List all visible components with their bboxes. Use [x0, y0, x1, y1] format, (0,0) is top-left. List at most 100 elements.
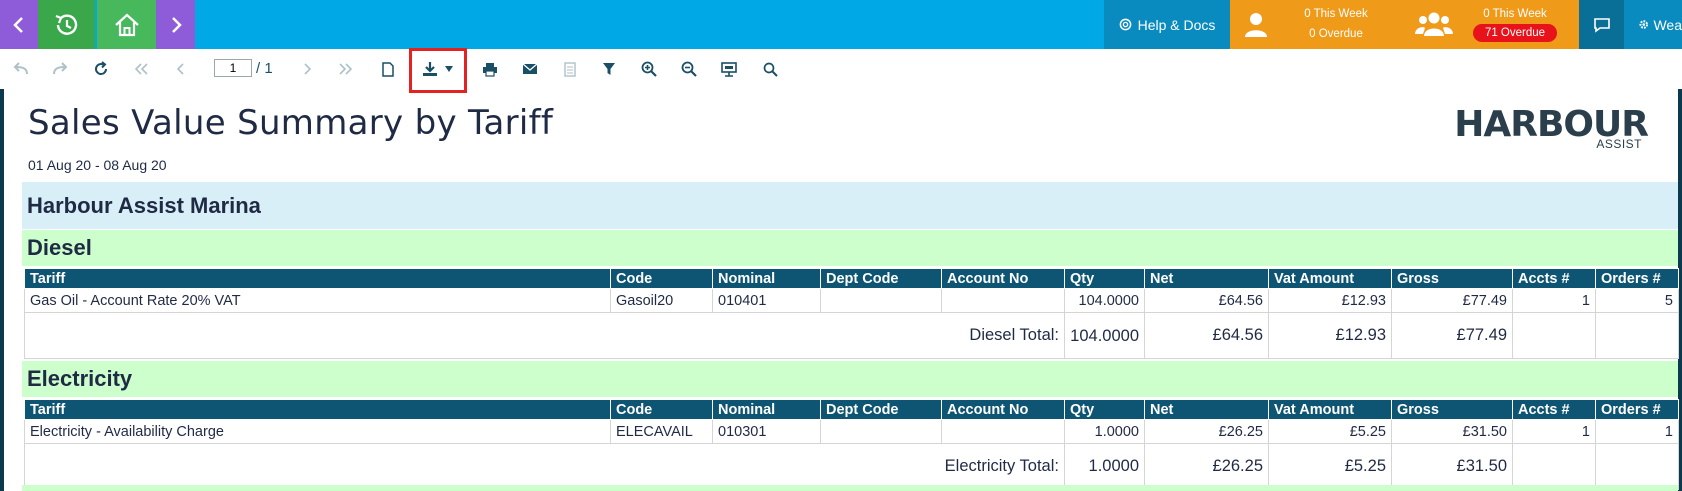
col-header: Account No — [941, 399, 1065, 420]
cell-tariff: Gas Oil - Account Rate 20% VAT — [24, 288, 611, 313]
table-header-row: Tariff Code Nominal Dept Code Account No… — [24, 268, 1679, 289]
total-net: £26.25 — [1144, 443, 1269, 490]
weather-button[interactable]: Wea — [1624, 0, 1682, 49]
total-vat: £5.25 — [1268, 443, 1392, 490]
cell-gross: £77.49 — [1391, 288, 1513, 313]
logo-sub-text: ASSIST — [1596, 137, 1642, 151]
help-docs-button[interactable]: Help & Docs — [1104, 0, 1230, 49]
cell-dept — [820, 419, 942, 444]
zoom-in-button[interactable] — [636, 57, 662, 81]
back-button[interactable] — [0, 0, 38, 49]
col-header: Gross — [1391, 399, 1513, 420]
weather-label: Wea — [1653, 16, 1682, 33]
user-overdue: 0 Overdue — [1309, 28, 1363, 40]
forward-button[interactable] — [156, 0, 195, 49]
report-title: Sales Value Summary by Tariff — [28, 103, 554, 143]
help-docs-label: Help & Docs — [1137, 16, 1216, 33]
last-page-icon — [339, 63, 353, 75]
col-header: Dept Code — [820, 399, 942, 420]
presentation-button[interactable] — [716, 57, 742, 81]
total-orders — [1595, 312, 1679, 359]
refresh-button[interactable] — [88, 57, 114, 81]
user-icon — [1245, 13, 1267, 37]
harbour-assist-logo: HARBOUR ASSIST — [1454, 104, 1649, 154]
redo-button[interactable] — [47, 57, 73, 81]
chevron-right-icon — [171, 16, 182, 33]
group-name: Electricity — [27, 366, 133, 391]
col-header: Accts # — [1512, 268, 1596, 289]
col-header: Account No — [941, 268, 1065, 289]
messages-button[interactable] — [1579, 0, 1624, 49]
zoom-out-icon — [681, 61, 697, 77]
report-toolbar — [0, 49, 1682, 89]
prev-page-icon — [176, 63, 184, 75]
document-view-button[interactable] — [557, 57, 583, 81]
undo-icon — [13, 62, 28, 75]
cell-account — [941, 288, 1065, 313]
print-button[interactable] — [477, 57, 503, 81]
team-tasks-button[interactable]: 0 This Week 71 Overdue — [1405, 0, 1579, 49]
cell-net: £64.56 — [1144, 288, 1269, 313]
group-total-row: Electricity Total: 1.0000 £26.25 £5.25 £… — [24, 443, 1679, 490]
gear-icon — [1639, 20, 1648, 29]
first-page-icon — [134, 63, 148, 75]
prev-page-button[interactable] — [168, 57, 194, 81]
total-accts — [1512, 312, 1596, 359]
lifebuoy-icon — [1119, 18, 1131, 31]
email-icon — [522, 63, 538, 74]
search-icon — [763, 62, 778, 77]
col-header: Vat Amount — [1268, 399, 1392, 420]
page-number-input[interactable] — [214, 59, 252, 77]
cell-vat: £5.25 — [1268, 419, 1392, 444]
group-heading-band: Electricity — [22, 361, 1678, 397]
cell-code: Gasoil20 — [610, 288, 713, 313]
group-name: Diesel — [27, 235, 92, 260]
cell-gross: £31.50 — [1391, 419, 1513, 444]
team-this-week: 0 This Week — [1483, 8, 1547, 20]
top-nav-bar: Help & Docs 0 This Week 0 Overdue 0 This… — [0, 0, 1682, 49]
total-label: Electricity Total: — [24, 443, 1065, 490]
group-total-row: Diesel Total: 104.0000 £64.56 £12.93 £77… — [24, 312, 1679, 359]
col-header: Dept Code — [820, 268, 942, 289]
col-header: Nominal — [712, 399, 821, 420]
cell-qty: 104.0000 — [1064, 288, 1145, 313]
cell-qty: 1.0000 — [1064, 419, 1145, 444]
refresh-icon — [95, 61, 108, 75]
first-page-button[interactable] — [128, 57, 154, 81]
users-icon — [1415, 12, 1453, 36]
cell-vat: £12.93 — [1268, 288, 1392, 313]
total-label: Diesel Total: — [24, 312, 1065, 359]
total-net: £64.56 — [1144, 312, 1269, 359]
home-button[interactable] — [97, 0, 156, 49]
col-header: Qty — [1064, 268, 1145, 289]
col-header: Orders # — [1595, 399, 1679, 420]
group-heading-band — [22, 485, 1678, 491]
total-vat: £12.93 — [1268, 312, 1392, 359]
new-document-icon — [382, 61, 394, 77]
search-button[interactable] — [757, 57, 783, 81]
new-document-button[interactable] — [375, 57, 401, 81]
history-button[interactable] — [38, 0, 95, 49]
col-header: Qty — [1064, 399, 1145, 420]
tariff-table: Tariff Code Nominal Dept Code Account No… — [24, 268, 1679, 359]
last-page-button[interactable] — [333, 57, 359, 81]
col-header: Tariff — [24, 268, 611, 289]
team-overdue-badge: 71 Overdue — [1472, 24, 1558, 42]
email-button[interactable] — [517, 57, 543, 81]
site-heading-band: Harbour Assist Marina — [22, 182, 1678, 229]
col-header: Orders # — [1595, 268, 1679, 289]
filter-button[interactable] — [596, 57, 622, 81]
document-icon — [564, 61, 576, 77]
cell-dept — [820, 288, 942, 313]
site-name: Harbour Assist Marina — [27, 193, 261, 218]
col-header: Tariff — [24, 399, 611, 420]
tariff-table: Tariff Code Nominal Dept Code Account No… — [24, 399, 1679, 490]
zoom-out-button[interactable] — [676, 57, 702, 81]
col-header: Net — [1144, 268, 1269, 289]
undo-button[interactable] — [8, 57, 34, 81]
my-tasks-button[interactable]: 0 This Week 0 Overdue — [1230, 0, 1405, 49]
next-page-icon — [304, 63, 312, 75]
next-page-button[interactable] — [294, 57, 320, 81]
table-row: Electricity - Availability Charge ELECAV… — [24, 419, 1679, 444]
total-qty: 104.0000 — [1064, 312, 1145, 359]
